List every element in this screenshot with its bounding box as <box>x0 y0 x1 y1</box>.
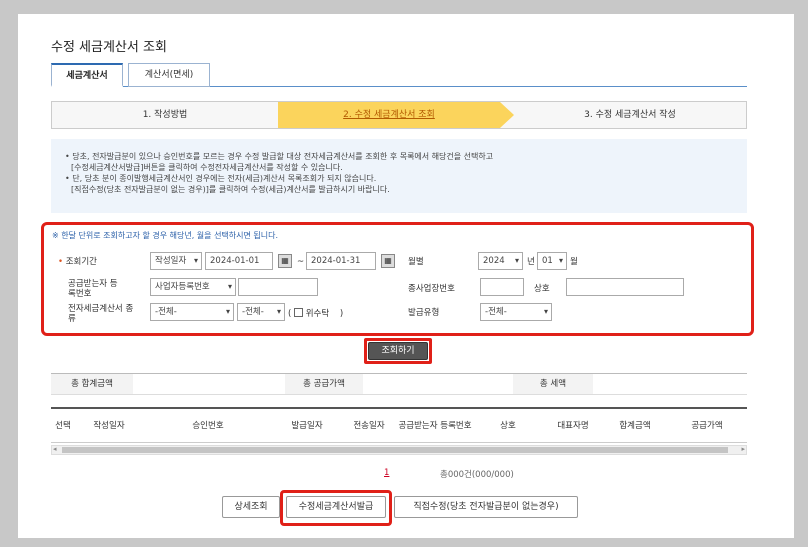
tab-tax-invoice[interactable]: 세금계산서 <box>51 63 123 87</box>
col-total-amount: 합계금액 <box>619 421 651 431</box>
step-2: 2. 수정 세금계산서 조회 <box>278 102 500 128</box>
kind2-value: -전체- <box>242 307 264 317</box>
consign-label: 위수탁 <box>305 309 330 319</box>
calendar-icon[interactable]: ▦ <box>381 254 395 268</box>
col-company: 상호 <box>500 421 516 431</box>
chevron-down-icon: ▾ <box>225 307 230 316</box>
chevron-down-icon: ▾ <box>543 307 548 316</box>
company-label: 상호 <box>534 284 550 294</box>
col-issue-date: 발급일자 <box>291 421 323 431</box>
page-title: 수정 세금계산서 조회 <box>51 40 167 55</box>
info-line: [수정세금계산서발급]버튼을 클릭하여 수정전자세금계산서를 작성할 수 있습니… <box>71 163 343 172</box>
month-value: 01 <box>542 256 553 266</box>
chevron-down-icon: ▾ <box>193 256 198 265</box>
step-1-label: 1. 작성방법 <box>142 110 188 120</box>
year-unit: 년 <box>527 257 535 267</box>
step-2-label: 2. 수정 세금계산서 조회 <box>343 110 435 120</box>
page-number[interactable]: 1 <box>384 468 389 478</box>
detail-button[interactable]: 상세조회 <box>222 496 280 518</box>
recipient-number-input[interactable] <box>238 278 318 296</box>
issue-type-select[interactable]: -전체- ▾ <box>480 303 552 321</box>
col-select: 선택 <box>55 421 71 431</box>
kind1-value: -전체- <box>155 307 177 317</box>
info-line: [직접수정(당초 전자발급분이 없는 경우)]를 클릭하여 수정(세금)계산서를… <box>71 185 390 194</box>
month-label: 월별 <box>408 257 424 267</box>
chevron-down-icon: ▾ <box>558 256 563 265</box>
horizontal-scrollbar[interactable]: ◂ ▸ <box>51 445 747 455</box>
info-box: • 당초, 전자발급분이 있으나 승인번호를 모르는 경우 수정 발급할 대상 … <box>51 139 747 213</box>
tab-invoice-exempt[interactable]: 계산서(면세) <box>128 63 210 87</box>
total-tax-label: 총 세액 <box>513 374 593 394</box>
step-3: 3. 수정 세금계산서 작성 <box>514 102 746 128</box>
col-approval-no: 승인번호 <box>192 421 224 431</box>
period-label-text: 조회기간 <box>65 257 97 267</box>
result-grid-header: 선택 작성일자 승인번호 발급일자 전송일자 공급받는자 등록번호 상호 대표자… <box>51 407 747 443</box>
scrollbar-thumb[interactable] <box>62 447 728 453</box>
info-line: • 당초, 전자발급분이 있으나 승인번호를 모르는 경우 수정 발급할 대상 … <box>65 152 494 161</box>
recipient-type-value: 사업자등록번호 <box>155 282 210 292</box>
recipient-label: 공급받는자 등록번호 <box>68 279 118 299</box>
step-1: 1. 작성방법 <box>52 102 278 128</box>
total-supply-label: 총 공급가액 <box>285 374 363 394</box>
col-ceo-name: 대표자명 <box>557 421 589 431</box>
paren-close: ) <box>339 309 344 319</box>
month-select[interactable]: 01 ▾ <box>537 252 567 270</box>
step-3-label: 3. 수정 세금계산서 작성 <box>584 110 676 120</box>
col-write-date: 작성일자 <box>93 421 125 431</box>
period-label: • 조회기간 <box>58 257 97 267</box>
recipient-type-select[interactable]: 사업자등록번호 ▾ <box>150 278 236 296</box>
kind2-select[interactable]: -전체- ▾ <box>237 303 285 321</box>
branch-label: 종사업장번호 <box>408 284 455 294</box>
year-value: 2024 <box>483 256 505 266</box>
period-type-value: 작성일자 <box>155 256 187 266</box>
search-note: ※ 한달 단위로 조회하고자 할 경우 해당년, 월을 선택하시면 됩니다. <box>52 231 279 240</box>
chevron-down-icon: ▾ <box>276 307 281 316</box>
search-button[interactable]: 조회하기 <box>368 342 428 360</box>
info-line: • 단, 당초 분이 종이발행세금계산서인 경우에는 전자(세금)계산서 목록조… <box>65 174 377 183</box>
tab-bar: 세금계산서 계산서(면세) <box>51 63 747 87</box>
paren-open: ( <box>288 309 292 319</box>
issue-type-value: -전체- <box>485 307 507 317</box>
tilde: ~ <box>297 257 305 267</box>
chevron-down-icon: ▾ <box>227 282 232 291</box>
step-indicator: 1. 작성방법 2. 수정 세금계산서 조회 3. 수정 세금계산서 작성 <box>51 101 747 129</box>
branch-number-input[interactable] <box>480 278 524 296</box>
total-sum-label: 총 합계금액 <box>51 374 133 394</box>
date-from-input[interactable]: 2024-01-01 <box>205 252 273 270</box>
direct-modify-button[interactable]: 직접수정(당초 전자발급분이 없는경우) <box>394 496 578 518</box>
scroll-right-icon[interactable]: ▸ <box>741 445 745 453</box>
modify-issue-button[interactable]: 수정세금계산서발급 <box>286 496 386 518</box>
scroll-left-icon[interactable]: ◂ <box>53 445 57 453</box>
col-supply-amount: 공급가액 <box>691 421 723 431</box>
calendar-icon[interactable]: ▦ <box>278 254 292 268</box>
result-count: 총000건(000/000) <box>440 470 514 480</box>
year-select[interactable]: 2024 ▾ <box>478 252 523 270</box>
consign-checkbox[interactable] <box>294 308 304 317</box>
issue-type-label: 발급유형 <box>408 308 440 318</box>
chevron-down-icon: ▾ <box>514 256 519 265</box>
month-unit: 월 <box>570 257 578 267</box>
kind-label: 전자세금계산서 종류 <box>68 304 134 324</box>
period-type-select[interactable]: 작성일자 ▾ <box>150 252 202 270</box>
company-input[interactable] <box>566 278 684 296</box>
date-to-input[interactable]: 2024-01-31 <box>306 252 376 270</box>
kind1-select[interactable]: -전체- ▾ <box>150 303 234 321</box>
col-send-date: 전송일자 <box>353 421 385 431</box>
col-recipient-no: 공급받는자 등록번호 <box>398 421 472 431</box>
summary-bar: 총 합계금액 총 공급가액 총 세액 <box>51 373 747 395</box>
consign-group: ( 위수탁 ) <box>288 308 343 319</box>
step-arrow-icon <box>500 102 514 128</box>
